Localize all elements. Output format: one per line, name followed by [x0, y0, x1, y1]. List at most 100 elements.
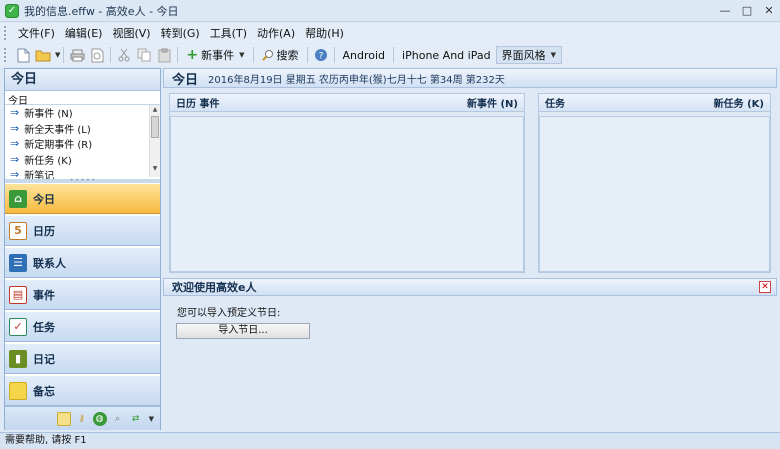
cut-icon[interactable]	[115, 46, 133, 64]
toolbar-grip[interactable]	[4, 48, 7, 62]
calendar-events-panel: 日历 事件 新事件 (N)	[169, 93, 525, 273]
quick-new-task[interactable]: ⇒ 新任务 (K)	[5, 152, 160, 168]
arrow-right-icon: ⇒	[10, 106, 20, 120]
search-icon[interactable]: ⌕	[111, 412, 125, 426]
print-icon[interactable]	[68, 46, 86, 64]
menubar-grip[interactable]	[4, 26, 7, 40]
new-event-link[interactable]: 新事件 (N)	[467, 95, 518, 110]
quick-item-label: 新任务 (K)	[24, 155, 72, 167]
quick-new-event[interactable]: ⇒ 新事件 (N)	[5, 105, 160, 121]
copy-icon[interactable]	[135, 46, 153, 64]
events-icon: ▤	[9, 285, 27, 304]
menu-help[interactable]: 帮助(H)	[300, 25, 349, 41]
nav-contacts[interactable]: ☰ 联系人	[5, 247, 160, 278]
android-button[interactable]: Android	[338, 46, 391, 64]
print-preview-icon[interactable]	[88, 46, 106, 64]
menu-bar: 文件(F) 编辑(E) 视图(V) 转到(G) 工具(T) 动作(A) 帮助(H…	[0, 23, 780, 43]
menu-actions[interactable]: 动作(A)	[252, 25, 300, 41]
open-dropdown-icon[interactable]: ▼	[55, 51, 60, 59]
nav-label: 联系人	[33, 256, 66, 270]
main-content: 今日 2016年8月19日 星期五 农历丙申年(猴)七月十七 第34周 第232…	[163, 68, 777, 430]
date-header: 今日 2016年8月19日 星期五 农历丙申年(猴)七月十七 第34周 第232…	[163, 68, 777, 88]
theme-dropdown[interactable]: 界面风格 ▼	[495, 46, 562, 64]
globe-icon[interactable]: ◍	[92, 411, 107, 426]
quick-list-title: 今日	[5, 91, 160, 107]
quick-new-all-day-event[interactable]: ⇒ 新全天事件 (L)	[5, 121, 160, 137]
scroll-thumb[interactable]	[151, 116, 159, 138]
nav-label: 任务	[33, 320, 55, 334]
nav-pane-title: 今日	[5, 69, 160, 91]
notes-icon[interactable]	[56, 411, 71, 426]
nav-calendar[interactable]: 5 日历	[5, 215, 160, 246]
toolbar-separator	[333, 47, 335, 63]
nav-label: 日历	[33, 224, 55, 238]
calendar-panel-title: 日历 事件	[176, 99, 220, 110]
paste-icon[interactable]	[155, 46, 173, 64]
new-event-button[interactable]: + 新事件 ▼	[181, 46, 249, 64]
menu-goto[interactable]: 转到(G)	[156, 25, 205, 41]
search-button[interactable]: 搜索	[257, 46, 304, 64]
welcome-title: 欢迎使用高效e人	[172, 281, 257, 294]
scroll-down-icon[interactable]: ▼	[150, 164, 160, 174]
iphone-ipad-button[interactable]: iPhone And iPad	[397, 46, 496, 64]
arrow-right-icon: ⇒	[10, 152, 20, 166]
key-icon[interactable]: ⚷	[75, 412, 89, 426]
quick-new-recurring-event[interactable]: ⇒ 新定期事件 (R)	[5, 136, 160, 152]
nav-today[interactable]: ⌂ 今日	[5, 183, 160, 214]
chevron-down-icon: ▼	[239, 51, 245, 59]
import-holidays-button[interactable]: 导入节日...	[176, 323, 310, 339]
sync-icon[interactable]: ⇄	[129, 412, 143, 426]
nav-label: 备忘	[33, 384, 55, 398]
app-icon: ✓	[5, 3, 19, 18]
nav-tasks[interactable]: ✓ 任务	[5, 311, 160, 342]
svg-text:?: ?	[318, 52, 323, 62]
plus-icon: +	[186, 47, 199, 63]
close-icon[interactable]: ✕	[759, 281, 771, 293]
toolbar-separator	[177, 47, 179, 63]
tasks-panel: 任务 新任务 (K)	[538, 93, 771, 273]
calendar-events-list[interactable]	[170, 116, 524, 272]
quick-list-scrollbar[interactable]: ▲ ▼	[149, 105, 160, 177]
chevron-down-icon: ▼	[550, 51, 556, 59]
welcome-text: 您可以导入预定义节日:	[177, 308, 281, 319]
menu-file[interactable]: 文件(F)	[13, 25, 60, 41]
scroll-up-icon[interactable]: ▲	[150, 105, 160, 115]
arrow-right-icon: ⇒	[10, 137, 20, 151]
calendar-icon: 5	[9, 221, 27, 240]
welcome-header: 欢迎使用高效e人 ✕	[163, 278, 777, 296]
nav-diary[interactable]: ▮ 日记	[5, 343, 160, 374]
nav-events[interactable]: ▤ 事件	[5, 279, 160, 310]
tasks-list[interactable]	[539, 116, 770, 272]
page-title: 今日	[172, 72, 199, 88]
new-file-icon[interactable]	[14, 46, 32, 64]
toolbar-separator	[252, 47, 254, 63]
nav-footer: ⚷ ◍ ⌕ ⇄ ▼	[5, 406, 160, 430]
quick-actions-list: 今日 ⇒ 新事件 (N) ⇒ 新全天事件 (L) ⇒ 新定期事件 (R) ⇒ 新任务 (…	[5, 91, 160, 179]
minimize-button[interactable]: —	[714, 0, 736, 22]
new-task-link[interactable]: 新任务 (K)	[714, 95, 764, 110]
toolbar-separator	[110, 47, 112, 63]
quick-item-label: 新笔记	[24, 171, 55, 179]
contacts-icon: ☰	[9, 253, 27, 272]
date-info: 2016年8月19日 星期五 农历丙申年(猴)七月十七 第34周 第232天	[208, 74, 505, 86]
theme-label: 界面风格	[501, 49, 546, 62]
close-button[interactable]: ✕	[758, 0, 780, 22]
chevron-down-icon[interactable]: ▼	[149, 415, 154, 423]
search-icon	[261, 50, 273, 61]
help-icon[interactable]: ?	[312, 46, 330, 64]
toolbar: ▼ + 新事件 ▼ 搜索 ? Android iPhone And iPad 界…	[0, 44, 780, 66]
menu-edit[interactable]: 编辑(E)	[60, 25, 108, 41]
quick-item-label: 新全天事件 (L)	[24, 124, 91, 136]
arrow-right-icon: ⇒	[10, 168, 20, 179]
menu-tools[interactable]: 工具(T)	[205, 25, 252, 41]
home-icon: ⌂	[9, 189, 27, 208]
open-folder-icon[interactable]	[34, 46, 52, 64]
navigation-pane: 今日 今日 ⇒ 新事件 (N) ⇒ 新全天事件 (L) ⇒ 新定期事件 (R) ⇒ 新任…	[4, 68, 161, 430]
restore-button[interactable]: □	[736, 0, 758, 22]
title-bar: ✓ 我的信息.effw - 高效e人 - 今日 — □ ✕	[0, 0, 780, 22]
new-event-label: 新事件	[201, 49, 235, 62]
tasks-panel-title: 任务	[545, 99, 565, 110]
menu-view[interactable]: 视图(V)	[107, 25, 155, 41]
status-bar: 需要帮助, 请按 F1	[0, 432, 780, 449]
nav-memo[interactable]: 备忘	[5, 375, 160, 406]
